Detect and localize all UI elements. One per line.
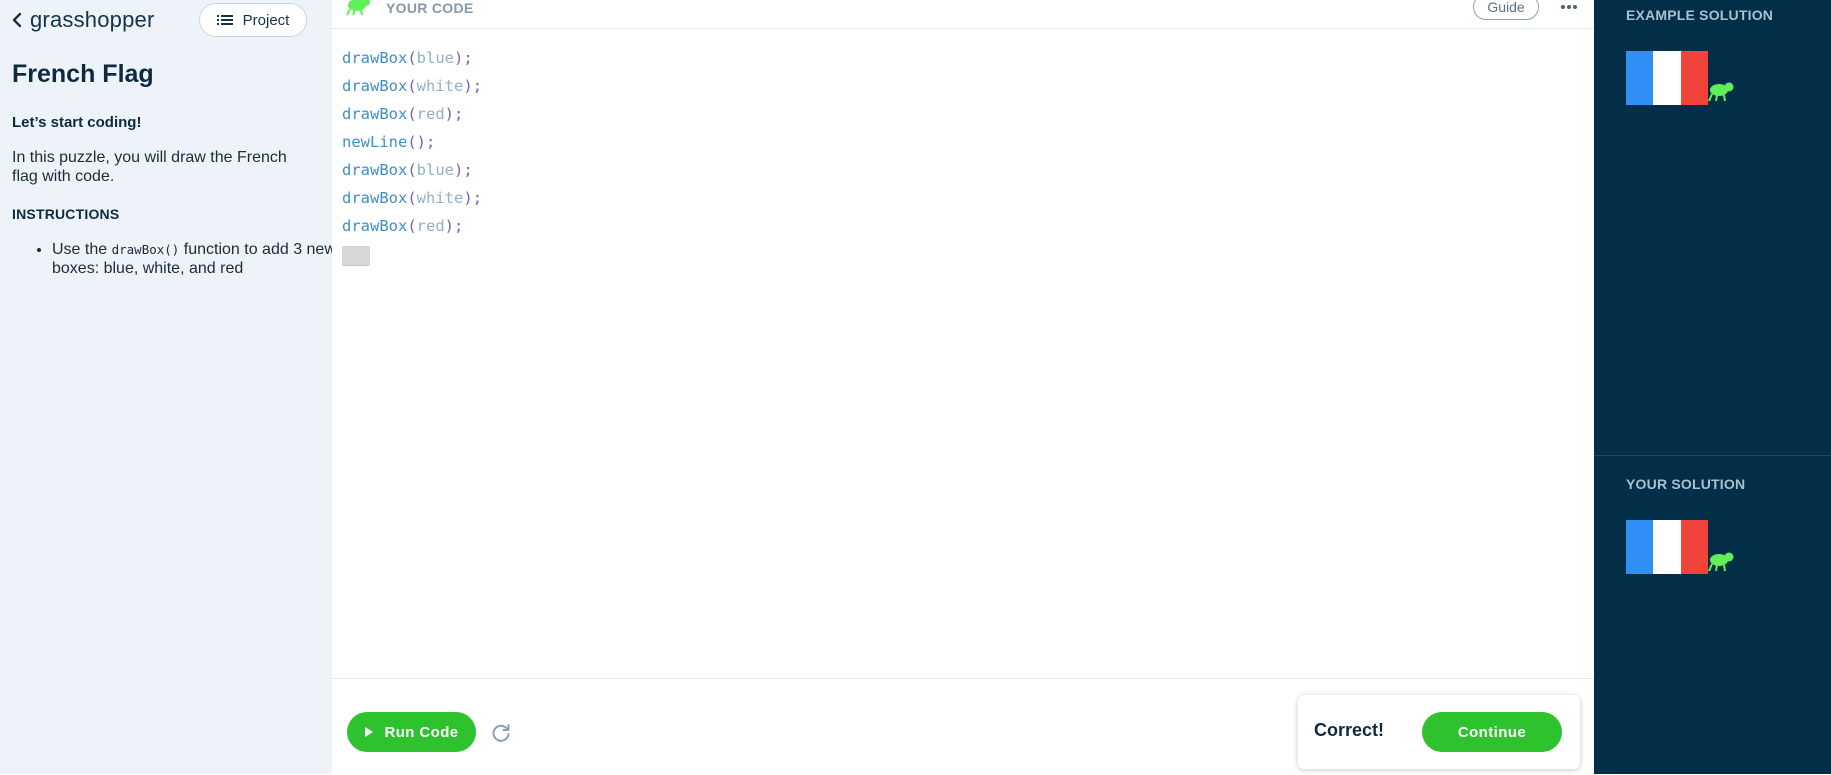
continue-button[interactable]: Continue	[1422, 712, 1562, 752]
grasshopper-icon	[1708, 82, 1734, 102]
code-paren: (	[407, 105, 417, 123]
code-argument: white	[416, 189, 464, 207]
result-message: Correct!	[1314, 720, 1385, 740]
grasshopper-logo: grasshopper	[30, 7, 155, 32]
instruction-item: Use the drawBox() function to add 3 new …	[52, 240, 352, 278]
flag-white-box	[1653, 520, 1681, 574]
code-paren: )	[463, 189, 473, 207]
code-function: drawBox	[342, 189, 408, 207]
code-line[interactable]: drawBox(white);	[342, 72, 482, 100]
your-code-label: YOUR CODE	[386, 0, 474, 16]
code-argument: blue	[416, 161, 454, 179]
code-paren: )	[444, 217, 455, 235]
code-line[interactable]: drawBox(blue);	[342, 44, 482, 72]
puzzle-title: French Flag	[12, 60, 154, 88]
instructions-panel: grasshopper Project French Flag Let’s st…	[0, 0, 336, 774]
code-paren: (	[407, 161, 417, 179]
code-paren: )	[463, 77, 473, 95]
result-card: Correct! Continue	[1298, 695, 1580, 769]
flag-blue-box	[1626, 520, 1654, 574]
editor-footer: Run Code Correct! Continue	[332, 678, 1594, 775]
lesson-description: In this puzzle, you will draw the French…	[12, 149, 287, 185]
instructions-list: Use the drawBox() function to add 3 new …	[12, 240, 352, 278]
code-line[interactable]: drawBox(red);	[342, 212, 482, 240]
list-icon	[216, 15, 233, 25]
code-semicolon: ;	[426, 133, 436, 151]
run-code-button[interactable]: Run Code	[347, 712, 476, 752]
grasshopper-icon	[1708, 552, 1734, 572]
code-paren: )	[454, 49, 464, 67]
solution-panel: EXAMPLE SOLUTION YOUR SOLUTION	[1594, 0, 1831, 774]
run-code-label: Run Code	[384, 723, 459, 741]
code-paren: (	[407, 189, 417, 207]
code-semicolon: ;	[463, 161, 473, 179]
code-line[interactable]: drawBox(blue);	[342, 156, 482, 184]
chevron-left-icon	[12, 12, 22, 28]
code-line[interactable]: drawBox(red);	[342, 100, 482, 128]
flag-blue-box	[1626, 51, 1654, 105]
code-line-empty[interactable]: ___	[342, 240, 482, 268]
code-function: drawBox	[342, 77, 408, 95]
instructions-heading: INSTRUCTIONS	[12, 206, 120, 222]
instruction-code: drawBox()	[111, 242, 180, 257]
code-function: drawBox	[342, 105, 408, 123]
refresh-icon[interactable]	[489, 721, 513, 745]
back-to-home-link[interactable]: grasshopper	[12, 6, 155, 34]
code-paren: )	[416, 133, 427, 151]
flag-white-box	[1653, 51, 1681, 105]
empty-code-slot[interactable]: ___	[342, 246, 370, 266]
example-solution-section: EXAMPLE SOLUTION	[1594, 0, 1831, 456]
your-solution-label: YOUR SOLUTION	[1626, 476, 1746, 492]
code-paren: (	[407, 133, 417, 151]
code-argument: red	[416, 217, 445, 235]
instruction-text-pre: Use the	[52, 241, 112, 258]
code-paren: (	[407, 77, 417, 95]
guide-button[interactable]: Guide	[1473, 0, 1539, 20]
flag-red-box	[1680, 520, 1708, 574]
example-flag	[1626, 51, 1708, 105]
code-semicolon: ;	[463, 49, 473, 67]
flag-red-box	[1680, 51, 1708, 105]
code-function: drawBox	[342, 161, 408, 179]
code-line[interactable]: drawBox(white);	[342, 184, 482, 212]
code-paren: )	[444, 105, 455, 123]
code-argument: white	[416, 77, 464, 95]
code-argument: blue	[416, 49, 454, 67]
code-paren: )	[454, 161, 464, 179]
code-function: drawBox	[342, 217, 408, 235]
code-function: newLine	[342, 133, 408, 151]
code-area[interactable]: drawBox(blue); drawBox(white); drawBox(r…	[342, 44, 482, 268]
editor-header: YOUR CODE Guide	[332, 0, 1594, 29]
example-solution-label: EXAMPLE SOLUTION	[1626, 7, 1774, 23]
code-paren: (	[407, 217, 417, 235]
more-horizontal-icon[interactable]	[1557, 0, 1581, 16]
project-button-label: Project	[242, 11, 290, 29]
code-semicolon: ;	[454, 217, 464, 235]
lesson-subheading: Let’s start coding!	[12, 114, 142, 131]
play-icon	[365, 727, 374, 737]
grasshopper-icon	[346, 0, 370, 16]
code-semicolon: ;	[472, 189, 483, 207]
your-flag	[1626, 520, 1708, 574]
your-solution-section: YOUR SOLUTION	[1594, 456, 1831, 774]
project-button[interactable]: Project	[199, 3, 307, 37]
top-bar: grasshopper Project	[0, 0, 332, 40]
code-line[interactable]: newLine();	[342, 128, 482, 156]
code-semicolon: ;	[454, 105, 464, 123]
code-argument: red	[416, 105, 445, 123]
code-function: drawBox	[342, 49, 408, 67]
code-paren: (	[407, 49, 417, 67]
code-semicolon: ;	[472, 77, 483, 95]
code-editor: YOUR CODE Guide drawBox(blue); drawBox(w…	[332, 0, 1594, 774]
